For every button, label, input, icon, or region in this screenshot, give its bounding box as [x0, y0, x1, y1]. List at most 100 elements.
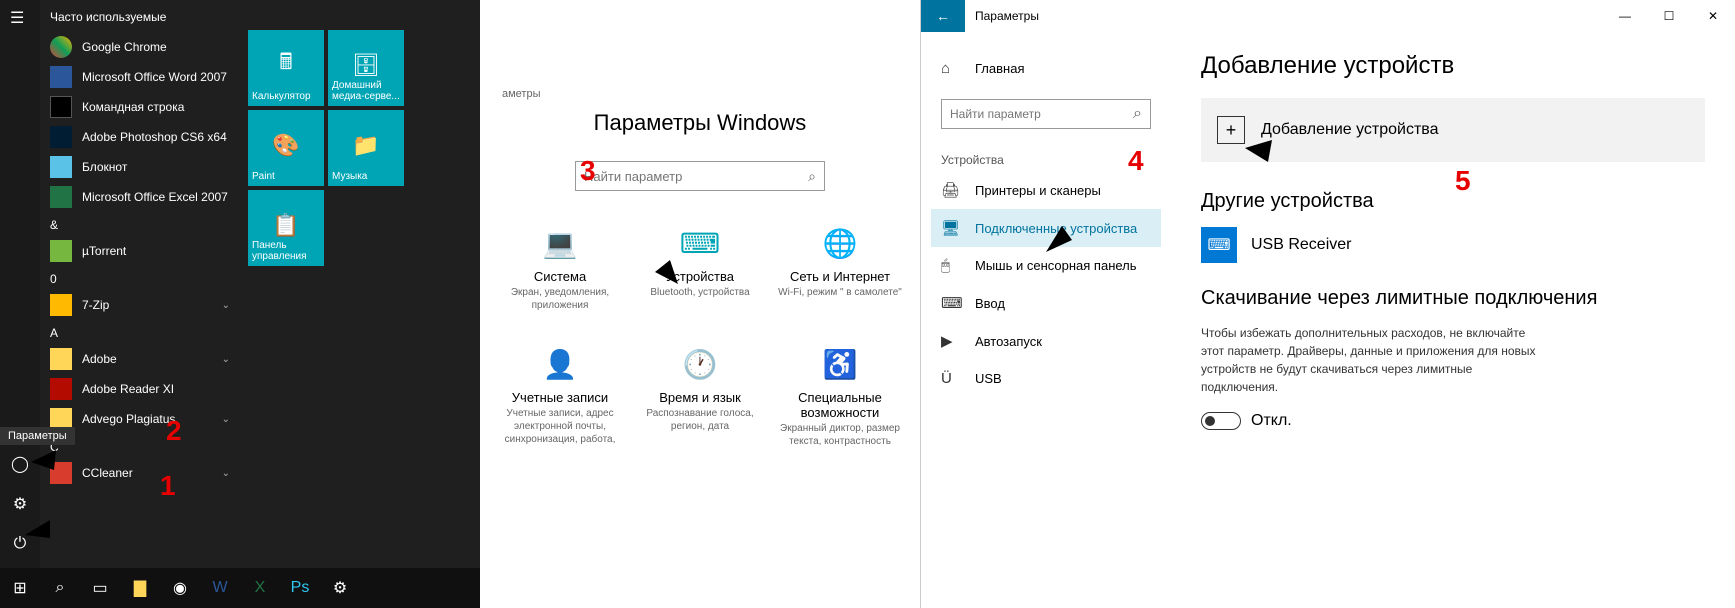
category-desc: Wi-Fi, режим " в самолете" [770, 286, 910, 299]
chevron-down-icon: ⌄ [222, 414, 230, 425]
search-icon[interactable]: ⌕ [40, 568, 80, 608]
sidebar-item[interactable]: 🖥 Подключенные устройства [931, 209, 1161, 247]
settings-icon[interactable]: ⚙ [0, 484, 40, 524]
app-icon [50, 348, 72, 370]
settings-tooltip: Параметры [0, 427, 75, 445]
photoshop-icon[interactable]: Ps [280, 568, 320, 608]
settings-search[interactable]: ⌕ [575, 161, 825, 191]
tile-label: Музыка [332, 171, 400, 182]
nav-icon: ⌨ [941, 294, 963, 312]
group-letter[interactable]: A [40, 320, 240, 344]
account-icon[interactable]: ◯ [0, 444, 40, 484]
app-item[interactable]: µTorrent [40, 236, 240, 266]
devices-window: ← Параметры — ☐ ✕ ⌂ Главная ⌕ Устройства… [920, 0, 1735, 608]
tile-icon: 🖩 [279, 45, 292, 83]
tile-icon: 🎨 [272, 132, 299, 158]
settings-taskbar-icon[interactable]: ⚙ [320, 568, 360, 608]
sidebar-item[interactable]: 🖨 Принтеры и сканеры [931, 171, 1161, 209]
other-devices-header: Другие устройства [1201, 190, 1705, 213]
settings-category[interactable]: 🌐 Сеть и Интернет Wi-Fi, режим " в самол… [770, 221, 910, 312]
category-desc: Учетные записи, адрес электронной почты,… [490, 407, 630, 446]
group-letter[interactable]: & [40, 212, 240, 236]
settings-category[interactable]: ⌨ Устройства Bluetooth, устройства [630, 221, 770, 312]
app-item[interactable]: Google Chrome [40, 32, 240, 62]
settings-category[interactable]: ♿ Специальные возможности Экранный дикто… [770, 342, 910, 448]
tile[interactable]: 📁 Музыка [328, 110, 404, 186]
app-icon [50, 126, 72, 148]
category-icon: ⌨ [630, 221, 770, 265]
category-name: Сеть и Интернет [770, 269, 910, 284]
word-icon[interactable]: W [200, 568, 240, 608]
chrome-icon[interactable]: ◉ [160, 568, 200, 608]
nav-icon: 🖱 [941, 257, 963, 274]
start-button[interactable]: ⊞ [0, 568, 40, 608]
settings-category[interactable]: 👤 Учетные записи Учетные записи, адрес э… [490, 342, 630, 448]
sidebar-item[interactable]: 🖱 Мышь и сенсорная панель [931, 247, 1161, 284]
app-item[interactable]: Командная строка [40, 92, 240, 122]
category-icon: 🕐 [630, 342, 770, 386]
explorer-icon[interactable]: ▇ [120, 568, 160, 608]
tile-icon: 🗄 [352, 52, 380, 78]
devices-search-input[interactable] [950, 107, 1133, 121]
app-icon [50, 462, 72, 484]
minimize-button[interactable]: — [1603, 0, 1647, 32]
search-icon: ⌕ [808, 168, 816, 185]
excel-icon[interactable]: X [240, 568, 280, 608]
devices-search[interactable]: ⌕ [941, 99, 1151, 129]
app-item[interactable]: Adobe ⌄ [40, 344, 240, 374]
category-name: Система [490, 269, 630, 284]
frequent-header: Часто используемые [40, 6, 240, 32]
home-icon: ⌂ [941, 60, 963, 77]
nav-icon: 🖥 [941, 219, 963, 237]
back-button[interactable]: ← [921, 0, 965, 32]
sidebar-item[interactable]: Ü USB [931, 360, 1161, 397]
app-icon [50, 66, 72, 88]
devices-sidebar: ⌂ Главная ⌕ Устройства 🖨 Принтеры и скан… [921, 32, 1171, 608]
sidebar-item[interactable]: ▶ Автозапуск [931, 322, 1161, 360]
category-name: Специальные возможности [770, 390, 910, 420]
task-view-icon[interactable]: ▭ [80, 568, 120, 608]
app-item[interactable]: Adobe Photoshop CS6 x64 [40, 122, 240, 152]
app-label: Advego Plagiatus [82, 412, 175, 426]
close-button[interactable]: ✕ [1691, 0, 1735, 32]
page-heading: Добавление устройств [1201, 52, 1705, 80]
device-item[interactable]: ⌨ USB Receiver [1201, 227, 1705, 263]
add-device-button[interactable]: + Добавление устройства [1201, 98, 1705, 162]
device-name: USB Receiver [1251, 236, 1351, 254]
settings-category[interactable]: 🕐 Время и язык Распознавание голоса, рег… [630, 342, 770, 448]
settings-search-input[interactable] [584, 169, 808, 184]
tile[interactable]: 🗄 Домашний медиа-серве... [328, 30, 404, 106]
category-icon: 👤 [490, 342, 630, 386]
tile[interactable]: 🖩 Калькулятор [248, 30, 324, 106]
app-item[interactable]: CCleaner ⌄ [40, 458, 240, 488]
app-item[interactable]: 7-Zip ⌄ [40, 290, 240, 320]
settings-category[interactable]: 💻 Система Экран, уведомления, приложения [490, 221, 630, 312]
tile-label: Домашний медиа-серве... [332, 80, 400, 102]
tile[interactable]: 🎨 Paint [248, 110, 324, 186]
hamburger-icon[interactable]: ☰ [10, 8, 24, 28]
home-nav[interactable]: ⌂ Главная [931, 52, 1161, 85]
category-desc: Распознавание голоса, регион, дата [630, 407, 770, 433]
sidebar-item[interactable]: ⌨ Ввод [931, 284, 1161, 322]
app-item[interactable]: Microsoft Office Excel 2007 [40, 182, 240, 212]
add-device-label: Добавление устройства [1261, 121, 1439, 139]
power-icon[interactable]: ⏻ [0, 524, 40, 564]
window-title: Параметры [975, 9, 1039, 23]
app-icon [50, 240, 72, 262]
settings-window: аметры Параметры Windows ⌕ 💻 Система Экр… [480, 0, 920, 608]
metered-toggle[interactable]: Откл. [1201, 412, 1705, 430]
category-name: Устройства [630, 269, 770, 284]
nav-label: Ввод [975, 296, 1005, 311]
group-letter[interactable]: 0 [40, 266, 240, 290]
chevron-down-icon: ⌄ [222, 468, 230, 479]
app-label: Командная строка [82, 100, 184, 114]
app-item[interactable]: Microsoft Office Word 2007 [40, 62, 240, 92]
chevron-down-icon: ⌄ [222, 300, 230, 311]
maximize-button[interactable]: ☐ [1647, 0, 1691, 32]
app-label: CCleaner [82, 466, 133, 480]
app-icon [50, 378, 72, 400]
app-item[interactable]: Блокнот [40, 152, 240, 182]
app-item[interactable]: Adobe Reader XI [40, 374, 240, 404]
toggle-label: Откл. [1251, 412, 1292, 430]
tile[interactable]: 📋 Панель управления [248, 190, 324, 266]
